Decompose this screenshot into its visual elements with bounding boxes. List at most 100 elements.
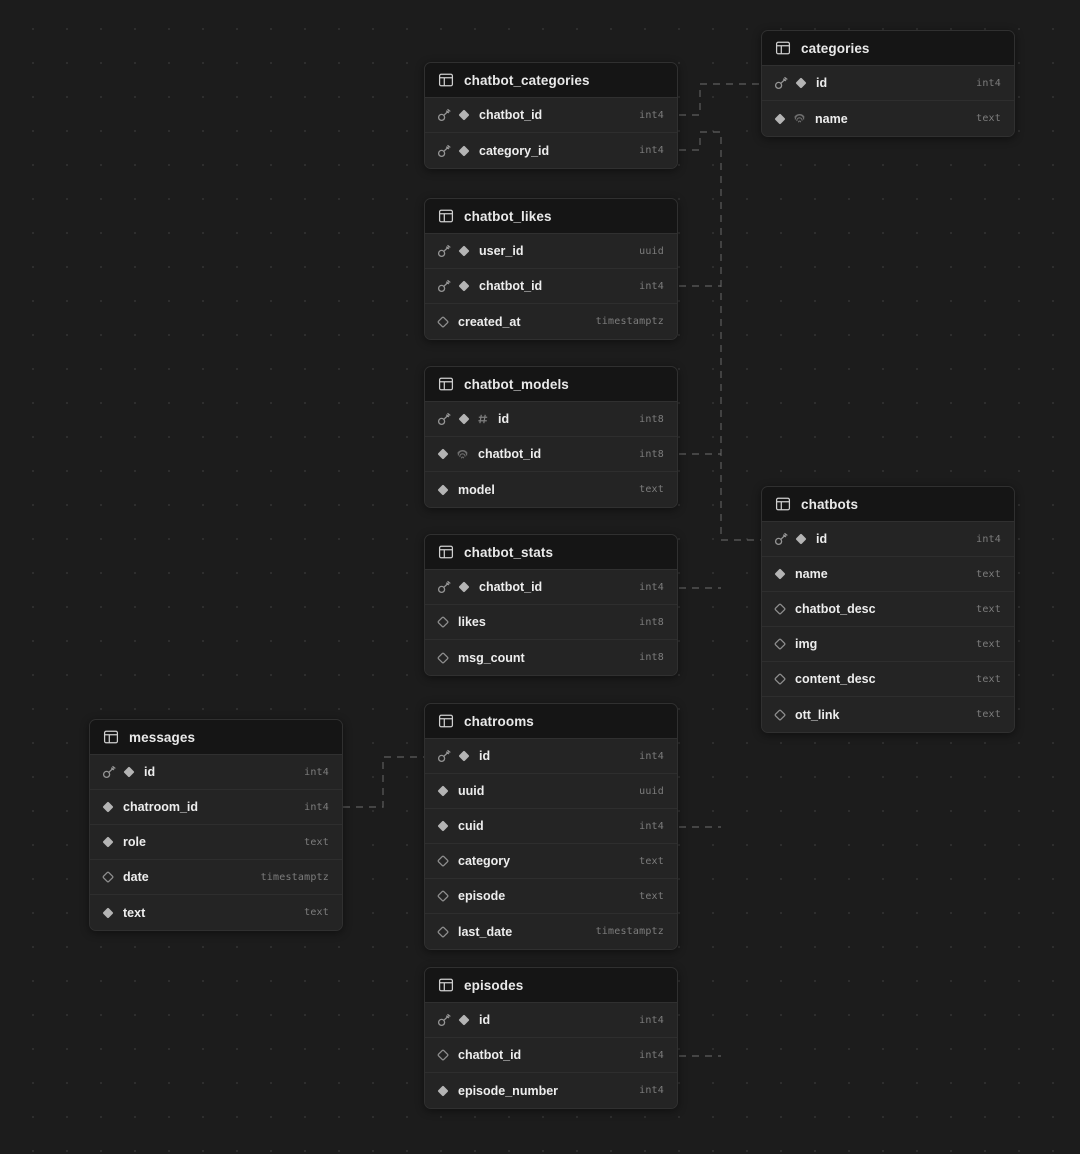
- table-icon: [775, 41, 791, 55]
- column-row-episode_number[interactable]: episode_number int4: [425, 1073, 677, 1108]
- column-icons: [774, 76, 807, 90]
- column-name: ott_link: [795, 707, 840, 722]
- column-type: int4: [639, 750, 664, 762]
- column-row-chatbot_id[interactable]: chatbot_id int4: [425, 570, 677, 605]
- column-row-ott_link[interactable]: ott_link text: [762, 697, 1014, 732]
- diamond-filled-icon: [774, 113, 786, 124]
- column-icons: [437, 820, 449, 832]
- table-header-chatbot_likes[interactable]: chatbot_likes: [425, 199, 677, 234]
- column-row-chatbot_id[interactable]: chatbot_id int4: [425, 269, 677, 304]
- table-node-chatbot_likes[interactable]: chatbot_likes user_id uuid chatbot_id int4 cr…: [424, 198, 678, 340]
- table-icon: [775, 497, 791, 511]
- column-icons: [774, 603, 786, 615]
- diamond-filled-icon: [774, 568, 786, 580]
- diamond-filled-icon: [102, 907, 114, 918]
- column-icons: [774, 673, 786, 685]
- column-type: text: [976, 673, 1001, 685]
- column-name: user_id: [479, 244, 524, 258]
- column-row-created_at[interactable]: created_at timestamptz: [425, 304, 677, 339]
- key-icon: [437, 144, 451, 157]
- column-row-category[interactable]: category text: [425, 844, 677, 879]
- table-node-chatbot_stats[interactable]: chatbot_stats chatbot_id int4 likes int8 msg_…: [424, 534, 678, 676]
- column-row-name[interactable]: name text: [762, 557, 1014, 592]
- column-type: int4: [639, 581, 664, 593]
- column-icons: [437, 412, 489, 426]
- column-type: int8: [639, 413, 664, 425]
- diamond-filled-icon: [795, 533, 807, 545]
- table-node-episodes[interactable]: episodes id int4 chatbot_id int4 episode_numb…: [424, 967, 678, 1109]
- table-header-messages[interactable]: messages: [90, 720, 342, 755]
- column-icons: [437, 108, 470, 122]
- column-row-last_date[interactable]: last_date timestamptz: [425, 914, 677, 949]
- column-row-chatbot_id[interactable]: chatbot_id int8: [425, 437, 677, 472]
- diamond-filled-icon: [458, 413, 470, 425]
- table-node-chatbots[interactable]: chatbots id int4 name text chatbot_desc text im…: [761, 486, 1015, 733]
- key-icon: [102, 765, 116, 779]
- column-row-id[interactable]: id int4: [425, 1003, 677, 1038]
- column-row-text[interactable]: text text: [90, 895, 342, 930]
- column-row-chatbot_id[interactable]: chatbot_id int4: [425, 98, 677, 133]
- column-row-img[interactable]: img text: [762, 627, 1014, 662]
- column-row-id[interactable]: id int8: [425, 402, 677, 437]
- column-row-likes[interactable]: likes int8: [425, 605, 677, 640]
- column-icons: [437, 448, 469, 461]
- column-type: text: [976, 113, 1001, 124]
- column-icons: [437, 926, 449, 938]
- column-name: chatroom_id: [123, 800, 199, 814]
- column-row-id[interactable]: id int4: [425, 739, 677, 774]
- column-icons: [102, 836, 114, 848]
- erd-canvas[interactable]: chatbot_categories chatbot_id int4 category…: [0, 0, 1080, 1154]
- column-name: cuid: [458, 819, 484, 833]
- column-row-msg_count[interactable]: msg_count int8: [425, 640, 677, 675]
- column-name: episode: [458, 889, 506, 903]
- table-header-categories[interactable]: categories: [762, 31, 1014, 66]
- fingerprint-icon: [794, 114, 805, 123]
- diamond-filled-icon: [458, 245, 470, 257]
- column-row-id[interactable]: id int4: [762, 66, 1014, 101]
- table-node-categories[interactable]: categories id int4 name text: [761, 30, 1015, 137]
- column-row-episode[interactable]: episode text: [425, 879, 677, 914]
- edge-chatbot_categories.category_id-to-categories.id: [679, 83, 761, 116]
- table-node-messages[interactable]: messages id int4 chatroom_id int4 role text dat…: [89, 719, 343, 931]
- column-row-chatroom_id[interactable]: chatroom_id int4: [90, 790, 342, 825]
- table-node-chatbot_models[interactable]: chatbot_models id int8 chatbot_id int8 model t…: [424, 366, 678, 508]
- table-header-chatrooms[interactable]: chatrooms: [425, 704, 677, 739]
- column-name: img: [795, 637, 818, 651]
- column-row-model[interactable]: model text: [425, 472, 677, 507]
- column-row-chatbot_id[interactable]: chatbot_id int4: [425, 1038, 677, 1073]
- column-row-date[interactable]: date timestamptz: [90, 860, 342, 895]
- column-type: timestamptz: [595, 926, 664, 937]
- column-row-cuid[interactable]: cuid int4: [425, 809, 677, 844]
- key-icon: [437, 412, 451, 426]
- table-header-chatbot_categories[interactable]: chatbot_categories: [425, 63, 677, 98]
- column-row-category_id[interactable]: category_id int4: [425, 133, 677, 168]
- table-header-episodes[interactable]: episodes: [425, 968, 677, 1003]
- table-header-chatbot_stats[interactable]: chatbot_stats: [425, 535, 677, 570]
- table-node-chatrooms[interactable]: chatrooms id int4 uuid uuid cuid int4 category t…: [424, 703, 678, 950]
- table-header-chatbots[interactable]: chatbots: [762, 487, 1014, 522]
- column-row-role[interactable]: role text: [90, 825, 342, 860]
- column-row-user_id[interactable]: user_id uuid: [425, 234, 677, 269]
- table-node-chatbot_categories[interactable]: chatbot_categories chatbot_id int4 category…: [424, 62, 678, 169]
- column-type: timestamptz: [595, 316, 664, 327]
- column-type: uuid: [639, 785, 664, 797]
- column-icons: [102, 907, 114, 919]
- column-name: chatbot_id: [479, 279, 543, 293]
- column-name: date: [123, 870, 149, 884]
- column-row-id[interactable]: id int4: [90, 755, 342, 790]
- column-row-chatbot_desc[interactable]: chatbot_desc text: [762, 592, 1014, 627]
- column-row-content_desc[interactable]: content_desc text: [762, 662, 1014, 697]
- column-icons: [774, 638, 786, 650]
- column-icons: [774, 532, 807, 546]
- column-row-id[interactable]: id int4: [762, 522, 1014, 557]
- column-icons: [437, 1013, 470, 1027]
- hash-icon: [478, 414, 488, 424]
- column-type: int4: [639, 1085, 664, 1096]
- column-row-uuid[interactable]: uuid uuid: [425, 774, 677, 809]
- table-header-chatbot_models[interactable]: chatbot_models: [425, 367, 677, 402]
- column-type: int4: [639, 1049, 664, 1061]
- diamond-hollow-icon: [774, 709, 786, 720]
- column-row-name[interactable]: name text: [762, 101, 1014, 136]
- table-title: categories: [801, 40, 870, 56]
- diamond-filled-icon: [102, 836, 114, 848]
